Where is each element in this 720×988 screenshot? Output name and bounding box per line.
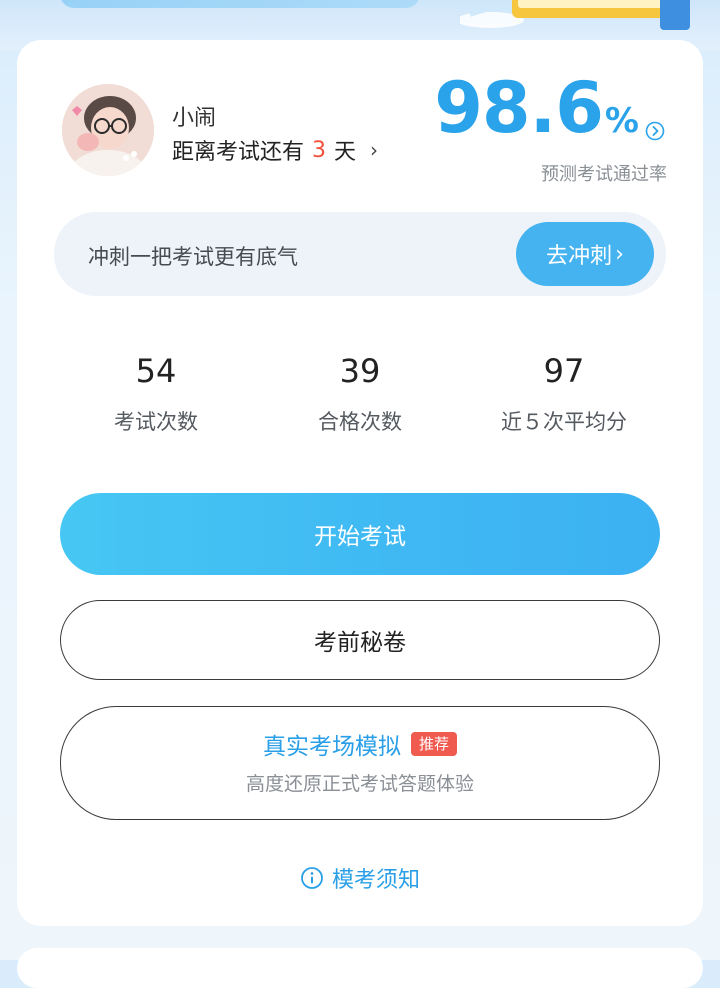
start-exam-button[interactable]: 开始考试: [60, 493, 660, 575]
sprint-button[interactable]: 去冲刺 ›: [516, 222, 654, 286]
exam-card: 小闹 距离考试还有 3 天 › 98.6 % 预测考试通过率 冲刺一把考试更有底…: [17, 40, 703, 926]
stat-average-score[interactable]: 97 近５次平均分: [462, 348, 666, 436]
recommend-badge: 推荐: [410, 732, 457, 756]
avatar-image: [62, 84, 154, 176]
info-circle-icon: [301, 867, 323, 889]
sprint-button-label: 去冲刺: [546, 244, 613, 269]
stat-pass-count[interactable]: 39 合格次数: [258, 348, 462, 436]
stat-value: 39: [339, 352, 381, 390]
simulation-title: 真实考场模拟: [262, 734, 401, 760]
exam-countdown[interactable]: 距离考试还有 3 天 ›: [172, 134, 378, 166]
stat-label: 考试次数: [114, 410, 198, 434]
sprint-text: 冲刺一把考试更有底气: [88, 245, 298, 269]
avatar[interactable]: [62, 84, 154, 176]
banner-title-graphic: [60, 0, 420, 8]
next-card: [17, 948, 703, 988]
stat-value: 97: [543, 352, 585, 390]
notice-label: 模考须知: [331, 868, 420, 893]
sprint-banner: 冲刺一把考试更有底气 去冲刺 ›: [54, 212, 666, 296]
countdown-days: 3: [312, 137, 327, 163]
exam-simulation-button[interactable]: 真实考场模拟 推荐 高度还原正式考试答题体验: [60, 706, 660, 820]
mock-exam-notice-link[interactable]: 模考须知: [17, 862, 703, 894]
book-illustration-icon: [460, 0, 690, 30]
stat-value: 54: [135, 352, 177, 390]
pass-rate-value: 98.6: [434, 67, 604, 149]
user-name: 小闹: [172, 106, 217, 131]
exam-stats: 54 考试次数 39 合格次数 97 近５次平均分: [54, 348, 666, 458]
stat-label: 合格次数: [318, 410, 402, 434]
pass-rate-unit: %: [604, 101, 639, 141]
simulation-subtitle: 高度还原正式考试答题体验: [245, 773, 474, 795]
circle-chevron-right-icon[interactable]: [645, 121, 665, 141]
simulation-title-row: 真实考场模拟 推荐: [61, 727, 659, 761]
countdown-prefix: 距离考试还有: [172, 140, 305, 165]
chevron-right-icon: ›: [370, 138, 379, 162]
pass-rate-label: 预测考试通过率: [541, 164, 667, 185]
secret-paper-button[interactable]: 考前秘卷: [60, 600, 660, 680]
stat-label: 近５次平均分: [501, 410, 627, 434]
stat-exam-count[interactable]: 54 考试次数: [54, 348, 258, 436]
chevron-right-icon: ›: [615, 241, 624, 267]
countdown-suffix: 天: [334, 140, 357, 165]
pass-rate[interactable]: 98.6 %: [434, 68, 667, 148]
